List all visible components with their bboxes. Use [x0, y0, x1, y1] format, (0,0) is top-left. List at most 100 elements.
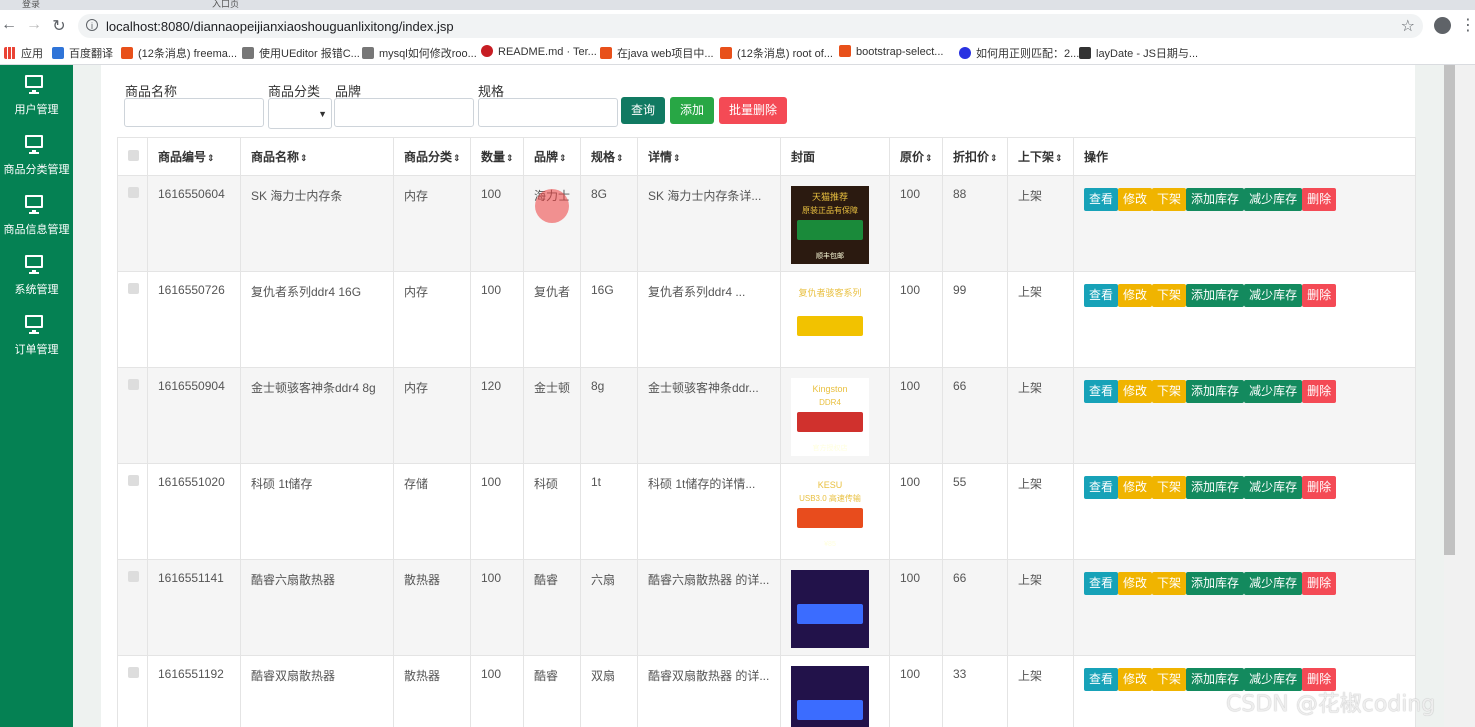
back-icon[interactable]: ←: [0, 16, 18, 34]
row-checkbox-cell[interactable]: [117, 559, 148, 656]
column-header[interactable]: 规格⇕: [580, 137, 638, 176]
reload-icon[interactable]: ↻: [50, 16, 68, 36]
reduce-stock-button[interactable]: 减少库存: [1244, 380, 1303, 403]
row-checkbox-cell[interactable]: [117, 367, 148, 464]
filter-spec-input[interactable]: [478, 98, 618, 127]
delist-button[interactable]: 下架: [1152, 380, 1187, 403]
bookmark-item[interactable]: (12条消息) root of...: [720, 45, 833, 61]
checkbox[interactable]: [128, 187, 139, 198]
edit-button[interactable]: 修改: [1118, 284, 1153, 307]
row-checkbox-cell[interactable]: [117, 175, 148, 272]
sort-icon[interactable]: ⇕: [616, 153, 624, 163]
delete-button[interactable]: 删除: [1302, 188, 1337, 211]
checkbox[interactable]: [128, 379, 139, 390]
forward-icon[interactable]: →: [25, 16, 43, 34]
view-button[interactable]: 查看: [1084, 668, 1119, 691]
delete-button[interactable]: 删除: [1302, 284, 1337, 307]
delete-button[interactable]: 删除: [1302, 380, 1337, 403]
sort-icon[interactable]: ⇕: [673, 153, 681, 163]
delist-button[interactable]: 下架: [1152, 668, 1187, 691]
bookmark-item[interactable]: bootstrap-select...: [839, 45, 943, 58]
row-checkbox-cell[interactable]: [117, 271, 148, 368]
product-cover-image[interactable]: KESU USB3.0 高速传输 ¥85: [791, 474, 869, 552]
sort-icon[interactable]: ⇕: [990, 153, 998, 163]
product-cover-image[interactable]: 复仇者骇客系列: [791, 282, 869, 360]
bookmark-item[interactable]: layDate - JS日期与...: [1079, 45, 1198, 61]
edit-button[interactable]: 修改: [1118, 668, 1153, 691]
sort-icon[interactable]: ⇕: [300, 153, 308, 163]
sort-icon[interactable]: ⇕: [207, 153, 215, 163]
reduce-stock-button[interactable]: 减少库存: [1244, 188, 1303, 211]
edit-button[interactable]: 修改: [1118, 380, 1153, 403]
select-all-checkbox[interactable]: [117, 137, 148, 176]
add-stock-button[interactable]: 添加库存: [1186, 572, 1245, 595]
bookmark-item[interactable]: 使用UEditor 报错C...: [242, 45, 360, 61]
edit-button[interactable]: 修改: [1118, 188, 1153, 211]
add-stock-button[interactable]: 添加库存: [1186, 188, 1245, 211]
bookmark-item[interactable]: 在java web项目中...: [600, 45, 714, 61]
view-button[interactable]: 查看: [1084, 476, 1119, 499]
checkbox[interactable]: [128, 571, 139, 582]
checkbox[interactable]: [128, 475, 139, 486]
delist-button[interactable]: 下架: [1152, 476, 1187, 499]
row-checkbox-cell[interactable]: [117, 655, 148, 727]
bookmark-item[interactable]: 应用: [4, 45, 43, 61]
add-stock-button[interactable]: 添加库存: [1186, 380, 1245, 403]
reduce-stock-button[interactable]: 减少库存: [1244, 476, 1303, 499]
product-cover-image[interactable]: 天猫推荐原装正品有保障顺丰包邮: [791, 186, 869, 264]
batch-delete-button[interactable]: 批量删除: [719, 97, 787, 124]
scrollbar-thumb[interactable]: [1444, 65, 1455, 555]
filter-brand-input[interactable]: [334, 98, 474, 127]
column-header[interactable]: 品牌⇕: [523, 137, 581, 176]
column-header[interactable]: 数量⇕: [470, 137, 524, 176]
edit-button[interactable]: 修改: [1118, 572, 1153, 595]
tab-login[interactable]: 登录: [22, 0, 40, 10]
delete-button[interactable]: 删除: [1302, 476, 1337, 499]
scrollbar[interactable]: [1444, 65, 1475, 727]
view-button[interactable]: 查看: [1084, 572, 1119, 595]
reduce-stock-button[interactable]: 减少库存: [1244, 572, 1303, 595]
menu-icon[interactable]: ⋮: [1460, 15, 1475, 35]
filter-category-select[interactable]: ▼: [268, 98, 332, 129]
product-cover-image[interactable]: [791, 666, 869, 727]
sidebar-item-products[interactable]: 商品信息管理: [0, 185, 73, 245]
query-button[interactable]: 查询: [621, 97, 665, 124]
column-header[interactable]: 上下架⇕: [1007, 137, 1074, 176]
view-button[interactable]: 查看: [1084, 380, 1119, 403]
checkbox[interactable]: [128, 149, 139, 161]
column-header[interactable]: 详情⇕: [637, 137, 781, 176]
add-stock-button[interactable]: 添加库存: [1186, 284, 1245, 307]
account-icon[interactable]: [1434, 17, 1451, 34]
bookmark-item[interactable]: (12条消息) freema...: [121, 45, 237, 61]
row-checkbox-cell[interactable]: [117, 463, 148, 560]
tab-index[interactable]: 入口页: [212, 0, 239, 10]
sidebar-item-categories[interactable]: 商品分类管理: [0, 125, 73, 185]
star-icon[interactable]: ☆: [1401, 16, 1415, 36]
edit-button[interactable]: 修改: [1118, 476, 1153, 499]
bookmark-item[interactable]: README.md · Ter...: [481, 45, 597, 58]
column-header[interactable]: 商品编号⇕: [147, 137, 241, 176]
filter-name-input[interactable]: [124, 98, 264, 127]
sort-icon[interactable]: ⇕: [559, 153, 567, 163]
product-cover-image[interactable]: [791, 570, 869, 648]
delist-button[interactable]: 下架: [1152, 188, 1187, 211]
checkbox[interactable]: [128, 667, 139, 678]
bookmark-item[interactable]: 如何用正则匹配：2...: [959, 45, 1079, 61]
delist-button[interactable]: 下架: [1152, 572, 1187, 595]
bookmark-item[interactable]: 百度翻译: [52, 45, 113, 61]
view-button[interactable]: 查看: [1084, 188, 1119, 211]
sort-icon[interactable]: ⇕: [506, 153, 514, 163]
delist-button[interactable]: 下架: [1152, 284, 1187, 307]
reduce-stock-button[interactable]: 减少库存: [1244, 284, 1303, 307]
column-header[interactable]: 原价⇕: [889, 137, 943, 176]
sidebar-item-orders[interactable]: 订单管理: [0, 305, 73, 365]
sort-icon[interactable]: ⇕: [1055, 153, 1063, 163]
bookmark-item[interactable]: mysql如何修改roo...: [362, 45, 477, 61]
view-button[interactable]: 查看: [1084, 284, 1119, 307]
add-button[interactable]: 添加: [670, 97, 714, 124]
column-header[interactable]: 商品分类⇕: [393, 137, 471, 176]
product-cover-image[interactable]: Kingston DDR4 官方授权店: [791, 378, 869, 456]
info-icon[interactable]: i: [86, 19, 98, 31]
sort-icon[interactable]: ⇕: [925, 153, 933, 163]
column-header[interactable]: 商品名称⇕: [240, 137, 394, 176]
